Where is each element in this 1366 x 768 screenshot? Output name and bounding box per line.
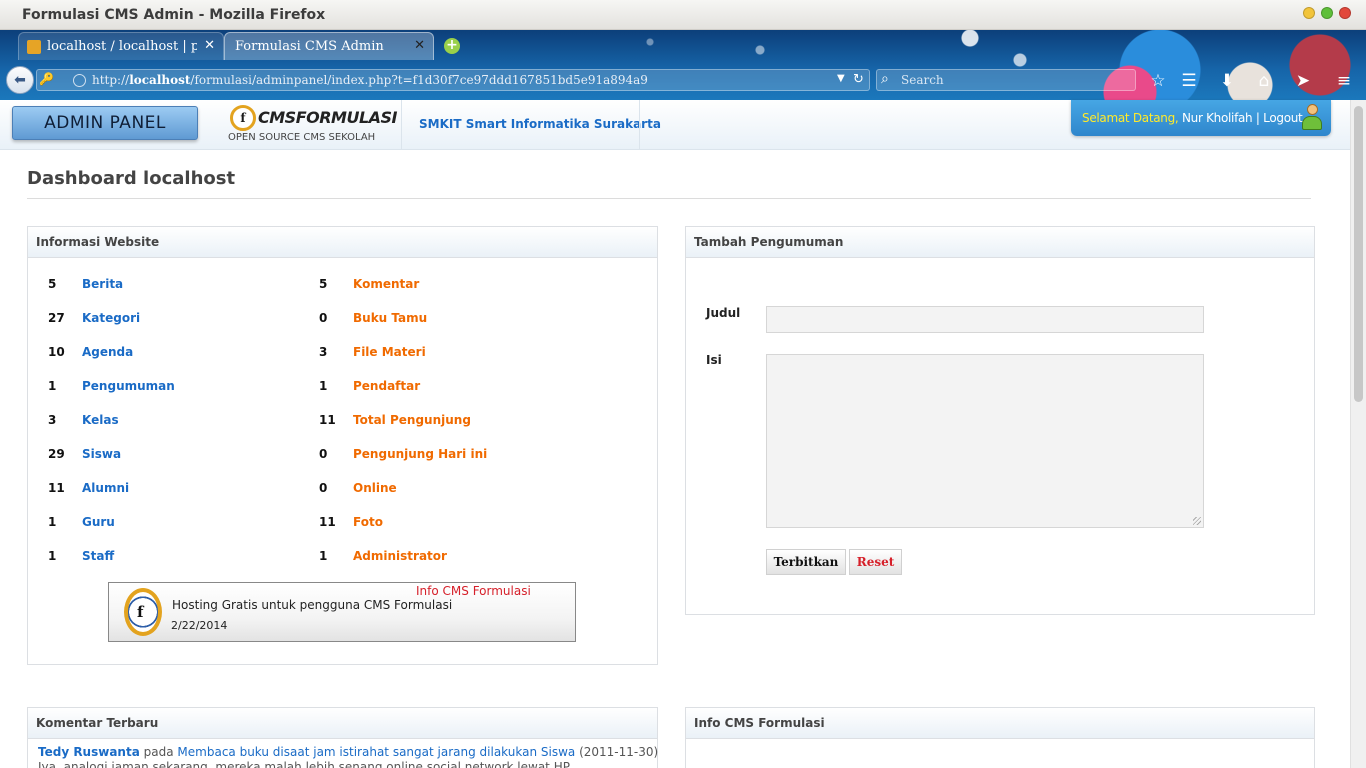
search-icon: ⌕ xyxy=(881,71,889,87)
new-tab-button[interactable]: + xyxy=(444,38,460,54)
school-name-link[interactable]: SMKIT Smart Informatika Surakarta xyxy=(419,117,661,131)
bookmark-star-icon[interactable]: ☆ xyxy=(1147,70,1169,92)
page-title: Dashboard localhost xyxy=(27,168,236,189)
window-titlebar: Formulasi CMS Admin - Mozilla Firefox xyxy=(0,0,1366,30)
judul-label: Judul xyxy=(706,306,741,320)
divider xyxy=(27,198,1311,199)
logo-tagline: OPEN SOURCE CMS SEKOLAH xyxy=(228,132,376,143)
panel-title: Info CMS Formulasi xyxy=(686,708,1314,739)
comment-author[interactable]: Tedy Ruswanta xyxy=(38,745,140,759)
greeting-text: Selamat Datang, xyxy=(1082,111,1179,125)
maximize-button[interactable] xyxy=(1321,7,1333,19)
phpmyadmin-favicon-icon xyxy=(27,40,41,54)
logout-link[interactable]: Logout xyxy=(1263,111,1303,125)
user-name: Nur Kholifah xyxy=(1181,111,1253,125)
reload-icon[interactable]: ↻ xyxy=(853,72,864,87)
share-icon[interactable]: ➤ xyxy=(1292,70,1314,92)
latest-comments-panel: Komentar Terbaru Tedy Ruswanta pada Memb… xyxy=(27,707,658,768)
user-avatar-icon xyxy=(1301,104,1323,132)
admin-panel-button[interactable]: ADMIN PANEL xyxy=(12,106,198,140)
panel-title: Informasi Website xyxy=(28,227,657,258)
news-headline[interactable]: Hosting Gratis untuk pengguna CMS Formul… xyxy=(172,598,452,612)
formulasi-logo-icon: f xyxy=(230,105,256,131)
panel-title: Komentar Terbaru xyxy=(28,708,657,739)
add-announcement-panel: Tambah Pengumuman Judul Isi Terbitkan Re… xyxy=(685,226,1315,615)
judul-field[interactable] xyxy=(766,306,1204,333)
info-website-panel: Informasi Website 5 Berita 27 Kategori 10 A… xyxy=(27,226,658,665)
tab-formulasi[interactable]: Formulasi CMS Admin ✕ xyxy=(224,32,434,60)
window-title: Formulasi CMS Admin - Mozilla Firefox xyxy=(22,7,326,23)
isi-label: Isi xyxy=(706,353,722,367)
browser-toolbar: localhost / localhost | p... ✕ Formulasi… xyxy=(0,30,1366,100)
downloads-icon[interactable]: ⬇ xyxy=(1216,70,1238,92)
comment-excerpt: Iya, analogi jaman sekarang, mereka mala… xyxy=(38,760,570,768)
info-cms-panel: Info CMS Formulasi xyxy=(685,707,1315,768)
tab-label: localhost / localhost | p... xyxy=(47,39,197,54)
formulasi-seal-icon: f xyxy=(124,588,162,636)
url-bar[interactable]: 🔑 http://localhost/formulasi/adminpanel/… xyxy=(36,69,870,91)
user-welcome-box: Selamat Datang, Nur Kholifah | Logout xyxy=(1071,100,1331,136)
resize-handle-icon[interactable] xyxy=(1193,517,1201,525)
globe-icon xyxy=(73,74,86,87)
close-window-button[interactable] xyxy=(1339,7,1351,19)
close-tab-icon[interactable]: ✕ xyxy=(414,38,425,53)
search-placeholder: Search xyxy=(901,73,944,87)
panel-title: Tambah Pengumuman xyxy=(686,227,1314,258)
scrollbar-thumb[interactable] xyxy=(1354,106,1363,402)
site-identity-icon[interactable]: 🔑 xyxy=(39,72,61,89)
page-scrollbar[interactable] xyxy=(1350,100,1366,768)
cms-logo[interactable]: f CMSFORMULASI OPEN SOURCE CMS SEKOLAH xyxy=(228,104,398,146)
search-input[interactable]: ⌕ Search xyxy=(876,69,1136,91)
news-date: 2/22/2014 xyxy=(171,619,228,632)
menu-icon[interactable]: ≡ xyxy=(1333,70,1355,92)
minimize-button[interactable] xyxy=(1303,7,1315,19)
logo-brand: CMSFORMULASI xyxy=(258,108,398,127)
close-tab-icon[interactable]: ✕ xyxy=(204,38,215,53)
comment-date: (2011-11-30) xyxy=(579,745,659,759)
url-text[interactable]: http://localhost/formulasi/adminpanel/in… xyxy=(92,73,648,87)
comment-topic-link[interactable]: Membaca buku disaat jam istirahat sangat… xyxy=(177,745,575,759)
home-icon[interactable]: ⌂ xyxy=(1253,70,1275,92)
admin-header: ADMIN PANEL f CMSFORMULASI OPEN SOURCE C… xyxy=(0,100,1366,150)
tab-phpmyadmin[interactable]: localhost / localhost | p... ✕ xyxy=(18,32,224,60)
back-button[interactable]: ⬅ xyxy=(6,66,34,94)
news-tag: Info CMS Formulasi xyxy=(416,584,531,598)
reset-button[interactable]: Reset xyxy=(849,549,902,575)
publish-button[interactable]: Terbitkan xyxy=(766,549,846,575)
comment-item: Tedy Ruswanta pada Membaca buku disaat j… xyxy=(38,745,659,759)
url-history-dropdown-icon[interactable]: ▼ xyxy=(837,73,845,84)
news-ticker-box[interactable]: f Info CMS Formulasi Hosting Gratis untu… xyxy=(108,582,576,642)
bookmarks-list-icon[interactable]: ☰ xyxy=(1178,70,1200,92)
tab-label: Formulasi CMS Admin xyxy=(235,39,384,54)
isi-textarea[interactable] xyxy=(766,354,1204,528)
